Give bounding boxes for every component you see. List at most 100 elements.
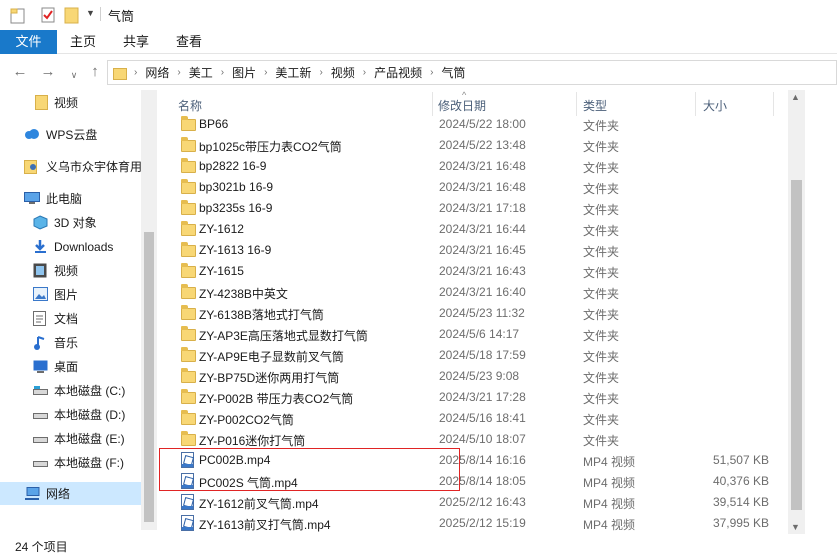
file-name: ZY-1613前叉打气筒.mp4: [199, 518, 331, 532]
file-name: bp3021b 16-9: [199, 180, 274, 194]
file-type: 文件夹: [583, 413, 620, 427]
nav-item-label: 本地磁盘 (E:): [54, 432, 125, 446]
file-name: bp2822 16-9: [199, 159, 267, 173]
file-list-scrollbar[interactable]: ▲ ▼: [788, 90, 805, 534]
network-icon: [24, 487, 40, 501]
nav-item-this-pc[interactable]: 此电脑: [0, 187, 141, 210]
tab-view[interactable]: 查看: [166, 30, 212, 54]
column-header-date[interactable]: 修改日期: [438, 97, 486, 114]
folder-row[interactable]: ZY-AP3E高压落地式显数打气筒 2024/5/6 14:17 文件夹: [165, 324, 785, 345]
file-date: 2024/3/21 16:48: [439, 180, 526, 194]
folder-row[interactable]: ZY-P002CO2气筒 2024/5/16 18:41 文件夹: [165, 408, 785, 429]
nav-item-music[interactable]: 音乐: [0, 331, 141, 354]
breadcrumb-product-video[interactable]: 产品视频: [374, 64, 422, 81]
file-row[interactable]: ZY-1612前叉气筒.mp4 2025/2/12 16:43 MP4 视频 39,5…: [165, 492, 785, 513]
tab-share[interactable]: 共享: [113, 30, 159, 54]
folder-row[interactable]: ZY-AP9E电子显数前叉气筒 2024/5/18 17:59 文件夹: [165, 345, 785, 366]
nav-item-label: 视频: [54, 264, 79, 278]
folder-icon: [181, 347, 196, 362]
tab-file[interactable]: 文件: [0, 30, 57, 54]
scroll-up-icon[interactable]: ▲: [791, 92, 800, 102]
folder-row[interactable]: ZY-P016迷你打气筒 2024/5/10 18:07 文件夹: [165, 429, 785, 450]
nav-item-label: 音乐: [54, 336, 79, 350]
folder-row[interactable]: bp3235s 16-9 2024/3/21 17:18 文件夹: [165, 198, 785, 219]
file-row[interactable]: PC002B.mp4 2025/8/14 16:16 MP4 视频 51,507 KB: [165, 450, 785, 471]
folder-icon: [35, 95, 50, 110]
folder-row[interactable]: ZY-1612 2024/3/21 16:44 文件夹: [165, 219, 785, 240]
nav-item-desktop[interactable]: 桌面: [0, 355, 141, 378]
file-row[interactable]: PC002S 气筒.mp4 2025/8/14 18:05 MP4 视频 40,376…: [165, 471, 785, 492]
back-arrow-icon[interactable]: ←: [12, 64, 28, 80]
computer-icon: [24, 192, 40, 206]
nav-scrollbar-thumb[interactable]: [144, 232, 154, 522]
nav-item-video-pinned[interactable]: 视频: [0, 91, 141, 114]
breadcrumb-meigong[interactable]: 美工: [189, 64, 213, 81]
nav-item-user-folder[interactable]: 义乌市众宇体育用: [0, 155, 141, 178]
tab-home[interactable]: 主页: [60, 30, 106, 54]
address-bar[interactable]: › 网络 › 美工 › 图片 › 美工新 › 视频 › 产品视频 › 气筒: [107, 60, 837, 85]
file-date: 2025/8/14 18:05: [439, 474, 526, 488]
breadcrumb-separator-icon[interactable]: ›: [363, 67, 366, 78]
nav-item-label: Downloads: [54, 239, 114, 254]
breadcrumb-separator-icon[interactable]: ›: [319, 67, 322, 78]
file-date: 2025/2/12 15:19: [439, 516, 526, 530]
folder-row[interactable]: ZY-1613 16-9 2024/3/21 16:45 文件夹: [165, 240, 785, 261]
nav-item-downloads[interactable]: Downloads: [0, 235, 141, 258]
breadcrumb-pictures[interactable]: 图片: [232, 64, 256, 81]
nav-scrollbar[interactable]: [141, 90, 157, 530]
nav-item-drive-e[interactable]: 本地磁盘 (E:): [0, 427, 141, 450]
properties-icon[interactable]: [40, 6, 56, 27]
file-name: ZY-6138B落地式打气筒: [199, 308, 324, 322]
folder-row[interactable]: ZY-6138B落地式打气筒 2024/5/23 11:32 文件夹: [165, 303, 785, 324]
nav-item-documents[interactable]: 文档: [0, 307, 141, 330]
column-header-size[interactable]: 大小: [703, 97, 727, 114]
column-divider[interactable]: [432, 92, 433, 116]
folder-row[interactable]: bp3021b 16-9 2024/3/21 16:48 文件夹: [165, 177, 785, 198]
breadcrumb-separator-icon[interactable]: ›: [430, 67, 433, 78]
nav-item-videos[interactable]: 视频: [0, 259, 141, 282]
nav-item-drive-d[interactable]: 本地磁盘 (D:): [0, 403, 141, 426]
breadcrumb-meigong-new[interactable]: 美工新: [275, 64, 311, 81]
column-divider[interactable]: [695, 92, 696, 116]
drive-icon: [33, 385, 48, 399]
video-file-icon: [181, 494, 194, 510]
folder-row[interactable]: bp2822 16-9 2024/3/21 16:48 文件夹: [165, 156, 785, 177]
file-row[interactable]: ZY-1613前叉打气筒.mp4 2025/2/12 15:19 MP4 视频 37,…: [165, 513, 785, 534]
breadcrumb-separator-icon[interactable]: ›: [177, 67, 180, 78]
customize-toolbar-icon[interactable]: ▼: [86, 8, 95, 18]
column-header-name[interactable]: 名称: [178, 97, 202, 114]
file-type: 文件夹: [583, 119, 620, 133]
column-divider[interactable]: [576, 92, 577, 116]
file-name: ZY-AP9E电子显数前叉气筒: [199, 350, 344, 364]
nav-item-wps-cloud[interactable]: WPS云盘: [0, 123, 141, 146]
file-name: bp3235s 16-9: [199, 201, 273, 215]
column-header-type[interactable]: 类型: [583, 97, 607, 114]
breadcrumb-separator-icon[interactable]: ›: [264, 67, 267, 78]
breadcrumb-pump[interactable]: 气筒: [442, 64, 466, 81]
breadcrumb-video[interactable]: 视频: [331, 64, 355, 81]
folder-row[interactable]: ZY-4238B中英文 2024/3/21 16:40 文件夹: [165, 282, 785, 303]
folder-row[interactable]: BP66 2024/5/22 18:00 文件夹: [165, 114, 785, 135]
folder-row[interactable]: ZY-BP75D迷你两用打气筒 2024/5/23 9:08 文件夹: [165, 366, 785, 387]
folder-icon: [181, 242, 196, 257]
forward-arrow-icon[interactable]: →: [40, 64, 56, 80]
folder-row[interactable]: ZY-P002B 带压力表CO2气筒 2024/3/21 17:28 文件夹: [165, 387, 785, 408]
column-divider[interactable]: [773, 92, 774, 116]
breadcrumb-separator-icon[interactable]: ›: [221, 67, 224, 78]
file-date: 2024/3/21 16:48: [439, 159, 526, 173]
nav-item-3d-objects[interactable]: 3D 对象: [0, 211, 141, 234]
breadcrumb-network[interactable]: 网络: [145, 64, 169, 81]
nav-item-drive-c[interactable]: 本地磁盘 (C:): [0, 379, 141, 402]
file-list-scrollbar-thumb[interactable]: [791, 180, 802, 510]
nav-item-drive-f[interactable]: 本地磁盘 (F:): [0, 451, 141, 474]
recent-locations-icon[interactable]: ∨: [66, 67, 82, 83]
new-folder-icon[interactable]: [64, 6, 80, 27]
nav-item-label: 桌面: [54, 360, 79, 374]
folder-row[interactable]: ZY-1615 2024/3/21 16:43 文件夹: [165, 261, 785, 282]
3d-objects-icon: [33, 215, 48, 230]
folder-row[interactable]: bp1025c带压力表CO2气筒 2024/5/22 13:48 文件夹: [165, 135, 785, 156]
nav-item-network[interactable]: 网络: [0, 482, 141, 505]
scroll-down-icon[interactable]: ▼: [791, 522, 800, 532]
up-arrow-icon[interactable]: ↑: [87, 64, 103, 80]
nav-item-pictures[interactable]: 图片: [0, 283, 141, 306]
